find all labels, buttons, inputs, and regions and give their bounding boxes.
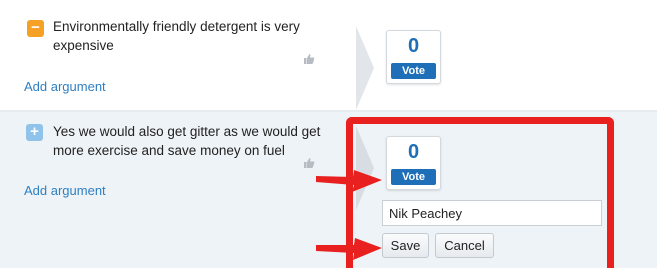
arrow-right-icon xyxy=(316,170,382,192)
arrow-right-icon xyxy=(316,238,382,260)
vote-button[interactable]: Vote xyxy=(391,169,436,185)
minus-icon: − xyxy=(27,20,44,37)
add-argument-link[interactable]: Add argument xyxy=(24,79,106,94)
chevron-divider xyxy=(356,26,374,110)
add-argument-link[interactable]: Add argument xyxy=(24,183,106,198)
row-divider xyxy=(0,110,657,112)
thumbs-up-icon[interactable] xyxy=(303,53,315,64)
argument-text: Yes we would also get gitter as we would… xyxy=(53,124,321,158)
vote-count: 0 xyxy=(407,141,420,163)
vote-widget[interactable]: 0 Vote xyxy=(386,136,441,190)
vote-widget[interactable]: 0 Vote xyxy=(386,30,441,84)
argument-text: Environmentally friendly detergent is ve… xyxy=(53,19,300,53)
name-input[interactable] xyxy=(382,200,602,226)
cancel-button[interactable]: Cancel xyxy=(435,233,494,258)
vote-button[interactable]: Vote xyxy=(391,63,436,79)
plus-icon: + xyxy=(26,124,43,141)
save-button[interactable]: Save xyxy=(382,233,429,258)
vote-count: 0 xyxy=(407,35,420,57)
